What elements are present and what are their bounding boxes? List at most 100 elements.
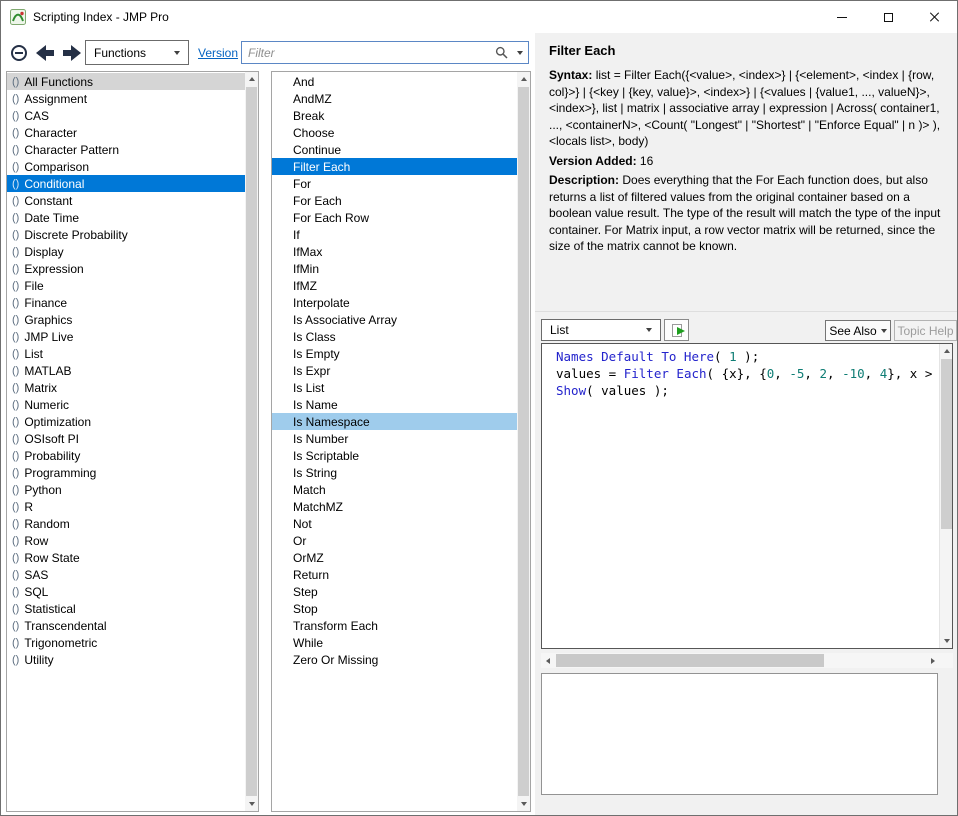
function-item-is-string[interactable]: Is String [272,464,517,481]
category-item-random[interactable]: ()Random [7,515,245,532]
scroll-up-button[interactable] [517,72,530,86]
function-item-or[interactable]: Or [272,532,517,549]
category-scrollbar[interactable] [245,72,258,811]
category-item-trigonometric[interactable]: ()Trigonometric [7,634,245,651]
category-item-list[interactable]: ()List [7,345,245,362]
category-item-finance[interactable]: ()Finance [7,294,245,311]
scrollbar-thumb[interactable] [556,654,824,667]
category-item-date-time[interactable]: ()Date Time [7,209,245,226]
version-link[interactable]: Version [198,46,238,60]
scrollbar-thumb[interactable] [941,359,952,529]
category-item-expression[interactable]: ()Expression [7,260,245,277]
category-item-assignment[interactable]: ()Assignment [7,90,245,107]
category-item-character[interactable]: ()Character [7,124,245,141]
function-item-is-namespace[interactable]: Is Namespace [272,413,517,430]
function-item-ifmz[interactable]: IfMZ [272,277,517,294]
category-item-sql[interactable]: ()SQL [7,583,245,600]
category-item-cas[interactable]: ()CAS [7,107,245,124]
function-item-andmz[interactable]: AndMZ [272,90,517,107]
category-item-all-functions[interactable]: ()All Functions [7,73,245,90]
function-item-continue[interactable]: Continue [272,141,517,158]
function-item-match[interactable]: Match [272,481,517,498]
scroll-right-button[interactable] [926,653,940,668]
function-item-ormz[interactable]: OrMZ [272,549,517,566]
category-item-comparison[interactable]: ()Comparison [7,158,245,175]
category-item-sas[interactable]: ()SAS [7,566,245,583]
code-vertical-scrollbar[interactable] [939,344,952,648]
function-item-is-scriptable[interactable]: Is Scriptable [272,447,517,464]
function-item-if[interactable]: If [272,226,517,243]
filter-dropdown-button[interactable] [511,42,528,63]
category-item-graphics[interactable]: ()Graphics [7,311,245,328]
function-item-break[interactable]: Break [272,107,517,124]
function-item-filter-each[interactable]: Filter Each [272,158,517,175]
function-item-is-number[interactable]: Is Number [272,430,517,447]
function-item-interpolate[interactable]: Interpolate [272,294,517,311]
topic-help-button[interactable]: Topic Help [894,320,957,341]
function-item-for[interactable]: For [272,175,517,192]
run-script-button[interactable] [664,319,689,341]
scroll-down-button[interactable] [517,797,530,811]
function-item-for-each-row[interactable]: For Each Row [272,209,517,226]
function-item-stop[interactable]: Stop [272,600,517,617]
function-item-is-expr[interactable]: Is Expr [272,362,517,379]
category-item-matrix[interactable]: ()Matrix [7,379,245,396]
category-item-r[interactable]: ()R [7,498,245,515]
search-icon[interactable] [491,46,511,59]
category-item-character-pattern[interactable]: ()Character Pattern [7,141,245,158]
category-item-constant[interactable]: ()Constant [7,192,245,209]
category-item-probability[interactable]: ()Probability [7,447,245,464]
scrollbar-thumb[interactable] [518,87,529,796]
category-item-programming[interactable]: ()Programming [7,464,245,481]
code-editor[interactable]: Names Default To Here( 1 );values = Filt… [542,344,939,648]
function-item-matchmz[interactable]: MatchMZ [272,498,517,515]
scroll-down-button[interactable] [245,797,258,811]
scrollbar-thumb[interactable] [246,87,257,796]
see-also-button[interactable]: See Also [825,320,891,341]
category-item-file[interactable]: ()File [7,277,245,294]
scroll-up-button[interactable] [940,344,953,358]
function-item-and[interactable]: And [272,73,517,90]
function-scrollbar[interactable] [517,72,530,811]
function-item-ifmax[interactable]: IfMax [272,243,517,260]
function-item-transform-each[interactable]: Transform Each [272,617,517,634]
close-button[interactable] [911,1,957,33]
category-item-discrete-probability[interactable]: ()Discrete Probability [7,226,245,243]
category-item-display[interactable]: ()Display [7,243,245,260]
function-item-is-class[interactable]: Is Class [272,328,517,345]
scroll-up-button[interactable] [245,72,258,86]
category-item-matlab[interactable]: ()MATLAB [7,362,245,379]
function-item-is-list[interactable]: Is List [272,379,517,396]
scroll-down-button[interactable] [940,634,953,648]
function-item-ifmin[interactable]: IfMin [272,260,517,277]
example-target-combo[interactable]: List [541,319,661,341]
category-item-row[interactable]: ()Row [7,532,245,549]
function-item-is-associative-array[interactable]: Is Associative Array [272,311,517,328]
titlebar[interactable]: Scripting Index - JMP Pro [1,1,957,33]
category-item-numeric[interactable]: ()Numeric [7,396,245,413]
function-item-is-name[interactable]: Is Name [272,396,517,413]
scope-combo[interactable]: Functions [85,40,189,65]
category-item-python[interactable]: ()Python [7,481,245,498]
category-item-transcendental[interactable]: ()Transcendental [7,617,245,634]
category-item-optimization[interactable]: ()Optimization [7,413,245,430]
top-level-button[interactable] [6,40,31,65]
scroll-left-button[interactable] [541,653,555,668]
function-item-is-empty[interactable]: Is Empty [272,345,517,362]
maximize-button[interactable] [865,1,911,33]
category-item-jmp-live[interactable]: ()JMP Live [7,328,245,345]
function-item-return[interactable]: Return [272,566,517,583]
function-item-choose[interactable]: Choose [272,124,517,141]
category-item-statistical[interactable]: ()Statistical [7,600,245,617]
forward-button[interactable] [59,40,84,65]
log-output[interactable] [541,673,938,795]
minimize-button[interactable] [819,1,865,33]
function-item-while[interactable]: While [272,634,517,651]
category-item-row-state[interactable]: ()Row State [7,549,245,566]
function-item-zero-or-missing[interactable]: Zero Or Missing [272,651,517,668]
function-item-step[interactable]: Step [272,583,517,600]
filter-input[interactable] [242,42,491,63]
category-item-osisoft-pi[interactable]: ()OSIsoft PI [7,430,245,447]
function-item-not[interactable]: Not [272,515,517,532]
function-item-for-each[interactable]: For Each [272,192,517,209]
